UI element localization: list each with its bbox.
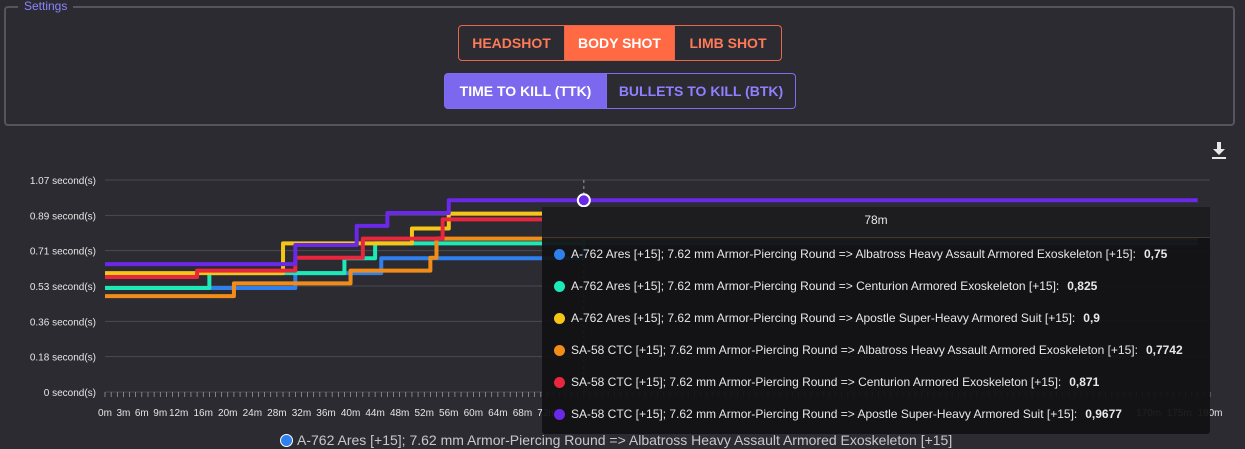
x-tick-label: 44m — [365, 408, 384, 419]
download-icon[interactable] — [1208, 142, 1230, 162]
tooltip-value: 0,9 — [1083, 311, 1100, 325]
ttk-button[interactable]: TIME TO KILL (TTK) — [444, 73, 607, 109]
legend-label: A-762 Ares [+15]; 7.62 mm Armor-Piercing… — [297, 432, 953, 448]
tooltip-row: SA-58 CTC [+15]; 7.62 mm Armor-Piercing … — [542, 398, 1210, 430]
x-tick-label: 20m — [218, 408, 237, 419]
tooltip-value: 0,7742 — [1145, 343, 1183, 357]
tooltip-row: A-762 Ares [+15]; 7.62 mm Armor-Piercing… — [542, 270, 1210, 302]
y-tick-label: 1.07 second(s) — [30, 176, 96, 187]
x-tick-label: 24m — [243, 408, 262, 419]
tooltip-label: A-762 Ares [+15]; 7.62 mm Armor-Piercing… — [571, 247, 1136, 261]
y-tick-label: 0.71 second(s) — [30, 247, 96, 258]
tooltip-label: A-762 Ares [+15]; 7.62 mm Armor-Piercing… — [571, 311, 1076, 325]
tooltip-row: A-762 Ares [+15]; 7.62 mm Armor-Piercing… — [542, 302, 1210, 334]
x-tick-label: 52m — [414, 408, 433, 419]
tooltip-label: A-762 Ares [+15]; 7.62 mm Armor-Piercing… — [571, 279, 1060, 293]
series-marker — [554, 312, 565, 324]
btk-button[interactable]: BULLETS TO KILL (BTK) — [607, 73, 796, 109]
mode-toggle: TIME TO KILL (TTK) BULLETS TO KILL (BTK) — [444, 73, 796, 109]
shot-type-toggle: HEADSHOT BODY SHOT LIMB SHOT — [458, 25, 782, 61]
tooltip-label: SA-58 CTC [+15]; 7.62 mm Armor-Piercing … — [571, 407, 1078, 421]
tooltip-value: 0,75 — [1143, 247, 1168, 261]
x-tick-label: 64m — [488, 408, 507, 419]
x-tick-label: 48m — [390, 408, 409, 419]
x-tick-label: 36m — [316, 408, 335, 419]
series-marker — [554, 408, 565, 420]
tooltip-value: 0,825 — [1067, 279, 1098, 293]
hover-point — [576, 193, 591, 208]
y-tick-label: 0.89 second(s) — [30, 211, 96, 222]
x-tick-label: 16m — [193, 408, 212, 419]
y-tick-label: 0.18 second(s) — [30, 353, 96, 364]
limb-shot-button[interactable]: LIMB SHOT — [675, 25, 782, 61]
y-tick-label: 0.36 second(s) — [30, 317, 96, 328]
x-tick-label: 12m — [169, 408, 188, 419]
tooltip-header: 78m — [542, 207, 1210, 238]
x-tick-label: 3m — [116, 408, 130, 419]
tooltip-label: SA-58 CTC [+15]; 7.62 mm Armor-Piercing … — [571, 375, 1062, 389]
tooltip-row: SA-58 CTC [+15]; 7.62 mm Armor-Piercing … — [542, 366, 1210, 398]
x-tick-label: 6m — [135, 408, 149, 419]
download-arrow-icon — [1212, 142, 1226, 159]
tooltip-label: SA-58 CTC [+15]; 7.62 mm Armor-Piercing … — [571, 343, 1138, 357]
x-tick-label: 28m — [267, 408, 286, 419]
x-tick-label: 60m — [464, 408, 483, 419]
tooltip-row: A-762 Ares [+15]; 7.62 mm Armor-Piercing… — [542, 238, 1210, 270]
chart-legend-item[interactable]: A-762 Ares [+15]; 7.62 mm Armor-Piercing… — [280, 432, 952, 448]
tooltip-value: 0,9677 — [1085, 407, 1122, 421]
y-tick-label: 0 second(s) — [44, 388, 96, 399]
headshot-button[interactable]: HEADSHOT — [458, 25, 565, 61]
x-tick-label: 40m — [341, 408, 360, 419]
x-tick-label: 68m — [513, 408, 532, 419]
y-tick-label: 0.53 second(s) — [30, 282, 96, 293]
x-tick-label: 56m — [439, 408, 458, 419]
x-tick-label: 9m — [153, 408, 167, 419]
series-marker — [554, 280, 565, 292]
chart-tooltip: 78m A-762 Ares [+15]; 7.62 mm Armor-Pier… — [542, 207, 1210, 434]
series-marker — [554, 248, 565, 260]
tooltip-row: SA-58 CTC [+15]; 7.62 mm Armor-Piercing … — [542, 334, 1210, 366]
settings-legend: Settings — [18, 0, 74, 13]
tooltip-value: 0,871 — [1069, 375, 1100, 389]
x-tick-label: 0m — [98, 408, 112, 419]
series-marker — [554, 344, 565, 356]
series-marker — [554, 376, 565, 388]
x-tick-label: 32m — [292, 408, 311, 419]
body-shot-button[interactable]: BODY SHOT — [565, 25, 675, 61]
legend-marker — [280, 433, 293, 447]
